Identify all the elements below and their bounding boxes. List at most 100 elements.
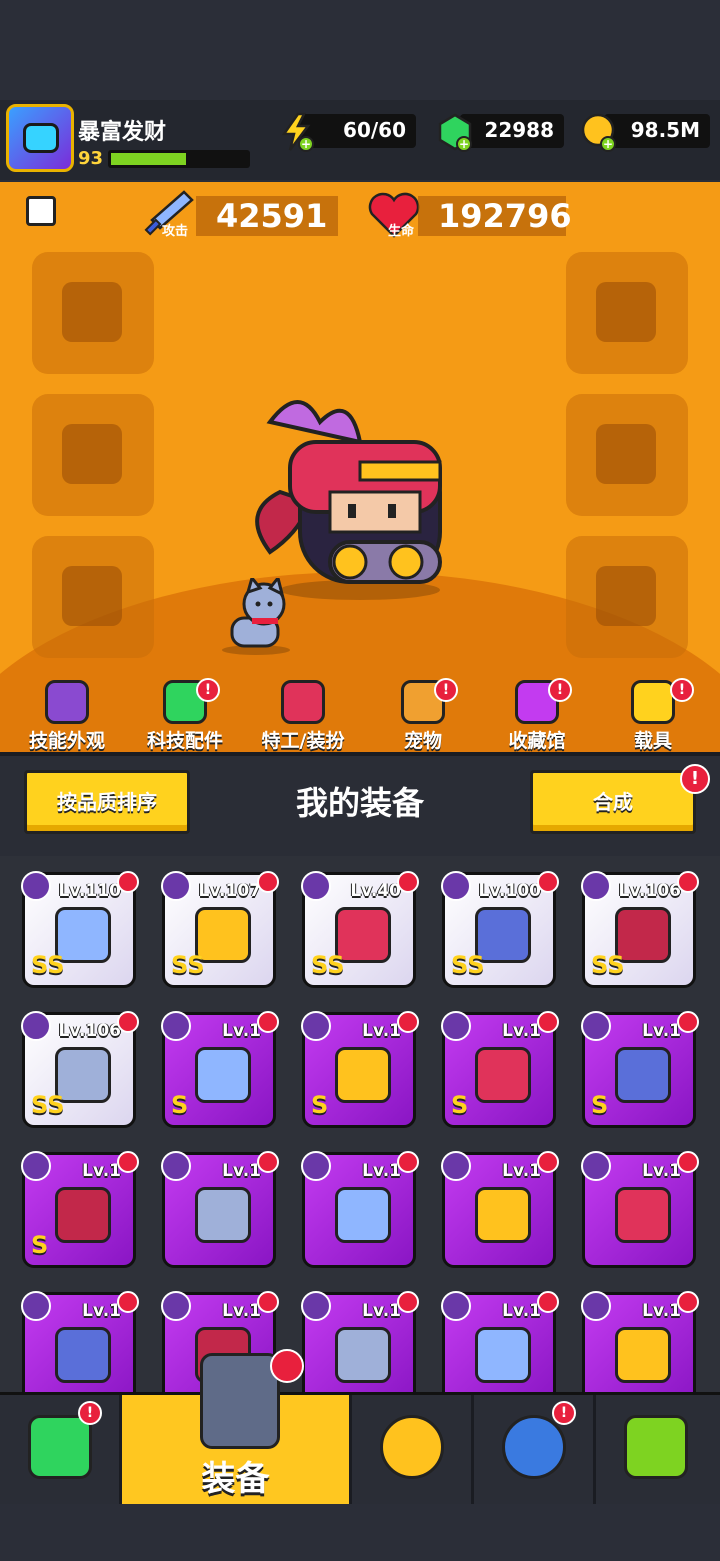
pet-cat[interactable] [212, 578, 292, 656]
slot-belt[interactable] [566, 394, 688, 516]
equipment-card[interactable]: Lv.1 [441, 1151, 559, 1268]
equipment-level: Lv.1 [82, 1301, 121, 1321]
tab-equipment[interactable]: 装备 [122, 1349, 352, 1507]
coin-icon[interactable]: + [580, 112, 618, 152]
equipment-level: Lv.107 [198, 881, 261, 901]
rarity-badge: S [171, 1091, 189, 1119]
rarity-badge: S [451, 1091, 469, 1119]
weapon-icon [581, 1151, 611, 1181]
boot-slot-icon [596, 566, 656, 626]
equipment-card[interactable]: Lv.1 [301, 1291, 419, 1396]
category-vehicle[interactable]: 载具 ! [598, 678, 708, 752]
slot-weapon[interactable] [32, 252, 154, 374]
equipment-bag-icon [200, 1353, 280, 1449]
category-tech[interactable]: 科技配件 ! [130, 678, 240, 752]
category-agent[interactable]: 特工/装扮 [248, 680, 358, 752]
svg-text:+: + [459, 137, 469, 151]
category-collection[interactable]: 收藏馆 ! [482, 678, 592, 752]
weapon-icon [161, 1291, 191, 1321]
rarity-badge: S [591, 1091, 609, 1119]
slot-armor[interactable] [566, 252, 688, 374]
avatar-face [23, 123, 59, 153]
upgrade-crown-icon [537, 871, 559, 893]
equipment-card[interactable]: Lv.1 [21, 1291, 139, 1396]
equipment-card[interactable]: Lv.106 SS [21, 1011, 139, 1128]
equipment-item-icon [475, 1187, 531, 1243]
character-stage: 攻击 42591 生命 192796 技能外观 科技配件 ! 特工/装扮 宠物 … [0, 182, 720, 752]
equipment-card[interactable]: Lv.40 SS [301, 871, 419, 988]
upgrade-crown-icon [117, 1291, 139, 1313]
rarity-badge: SS [31, 1091, 65, 1119]
equipment-card[interactable]: Lv.1 [301, 1151, 419, 1268]
tab-battle[interactable] [352, 1395, 474, 1507]
category-label: 技能外观 [28, 730, 105, 752]
equipment-card[interactable]: Lv.1 S [581, 1011, 699, 1128]
xp-bar-fill [111, 153, 186, 165]
category-skin[interactable]: 技能外观 [12, 680, 122, 752]
bottom-tab-bar: ! 装备 ! [0, 1349, 720, 1507]
category-pet[interactable]: 宠物 ! [368, 678, 478, 752]
equipment-level: Lv.1 [642, 1301, 681, 1321]
svg-text:+: + [301, 137, 311, 151]
tab-events[interactable]: ! [474, 1395, 596, 1507]
equipment-card[interactable]: Lv.106 SS [581, 871, 699, 988]
tab-shop[interactable]: ! [0, 1395, 122, 1507]
player-avatar[interactable] [6, 104, 74, 172]
attack-value: 42591 [196, 196, 338, 236]
equipment-card[interactable]: Lv.110 SS [21, 871, 139, 988]
agent-icon [281, 680, 325, 724]
equipment-level: Lv.1 [362, 1161, 401, 1181]
upgrade-crown-icon [677, 1151, 699, 1173]
star-orb-icon [502, 1415, 566, 1479]
equipment-card[interactable]: Lv.1 S [301, 1011, 419, 1128]
equipment-level: Lv.1 [82, 1161, 121, 1181]
panel-title: 我的装备 [295, 784, 424, 822]
tab-evolve[interactable] [596, 1395, 720, 1507]
footer-area [0, 1504, 720, 1561]
sort-by-quality-button[interactable]: 按品质排序 [24, 770, 190, 834]
upgrade-crown-icon [397, 1291, 419, 1313]
equipment-card[interactable]: Lv.1 S [21, 1151, 139, 1268]
equipment-item-icon [615, 1047, 671, 1103]
weapon-icon [161, 1151, 191, 1181]
equipment-item-icon [335, 1187, 391, 1243]
upgrade-crown-icon [257, 1291, 279, 1313]
upgrade-crown-icon [117, 1011, 139, 1033]
lightning-icon[interactable]: + [278, 112, 316, 152]
upgrade-crown-icon [397, 871, 419, 893]
equipment-level: Lv.1 [502, 1021, 541, 1041]
list-menu-icon[interactable] [26, 196, 56, 226]
health-value: 192796 [418, 196, 572, 236]
equipment-card[interactable]: Lv.1 [441, 1291, 559, 1396]
shop-icon [28, 1415, 92, 1479]
equipment-item-icon [195, 1187, 251, 1243]
upgrade-crown-icon [257, 871, 279, 893]
slot-necklace[interactable] [32, 394, 154, 516]
equipment-level: Lv.1 [222, 1161, 261, 1181]
equipment-card[interactable]: Lv.1 [581, 1291, 699, 1396]
equipment-card[interactable]: Lv.100 SS [441, 871, 559, 988]
upgrade-crown-icon [397, 1011, 419, 1033]
notification-badge: ! [670, 678, 694, 702]
slot-boot[interactable] [566, 536, 688, 658]
crossed-swords-star-icon [380, 1415, 444, 1479]
equipment-level: Lv.106 [618, 881, 681, 901]
slot-glove[interactable] [32, 536, 154, 658]
merge-button[interactable]: 合成 [530, 770, 696, 834]
weapon-icon [441, 1291, 471, 1321]
dna-tube-icon [624, 1415, 688, 1479]
rarity-badge: SS [171, 951, 205, 979]
notification-badge: ! [434, 678, 458, 702]
gem-icon[interactable]: + [436, 112, 474, 152]
equipment-card[interactable]: Lv.1 [161, 1151, 279, 1268]
rarity-badge: SS [591, 951, 625, 979]
belt-icon [581, 1011, 611, 1041]
equipment-card[interactable]: Lv.1 S [161, 1011, 279, 1128]
equipment-card[interactable]: Lv.1 [581, 1151, 699, 1268]
equipment-card[interactable]: Lv.1 S [441, 1011, 559, 1128]
upgrade-crown-icon [537, 1291, 559, 1313]
equipment-card[interactable]: Lv.107 SS [161, 871, 279, 988]
hero-character[interactable] [210, 382, 460, 602]
category-label: 载具 [633, 730, 672, 752]
equipment-level: Lv.1 [222, 1301, 261, 1321]
